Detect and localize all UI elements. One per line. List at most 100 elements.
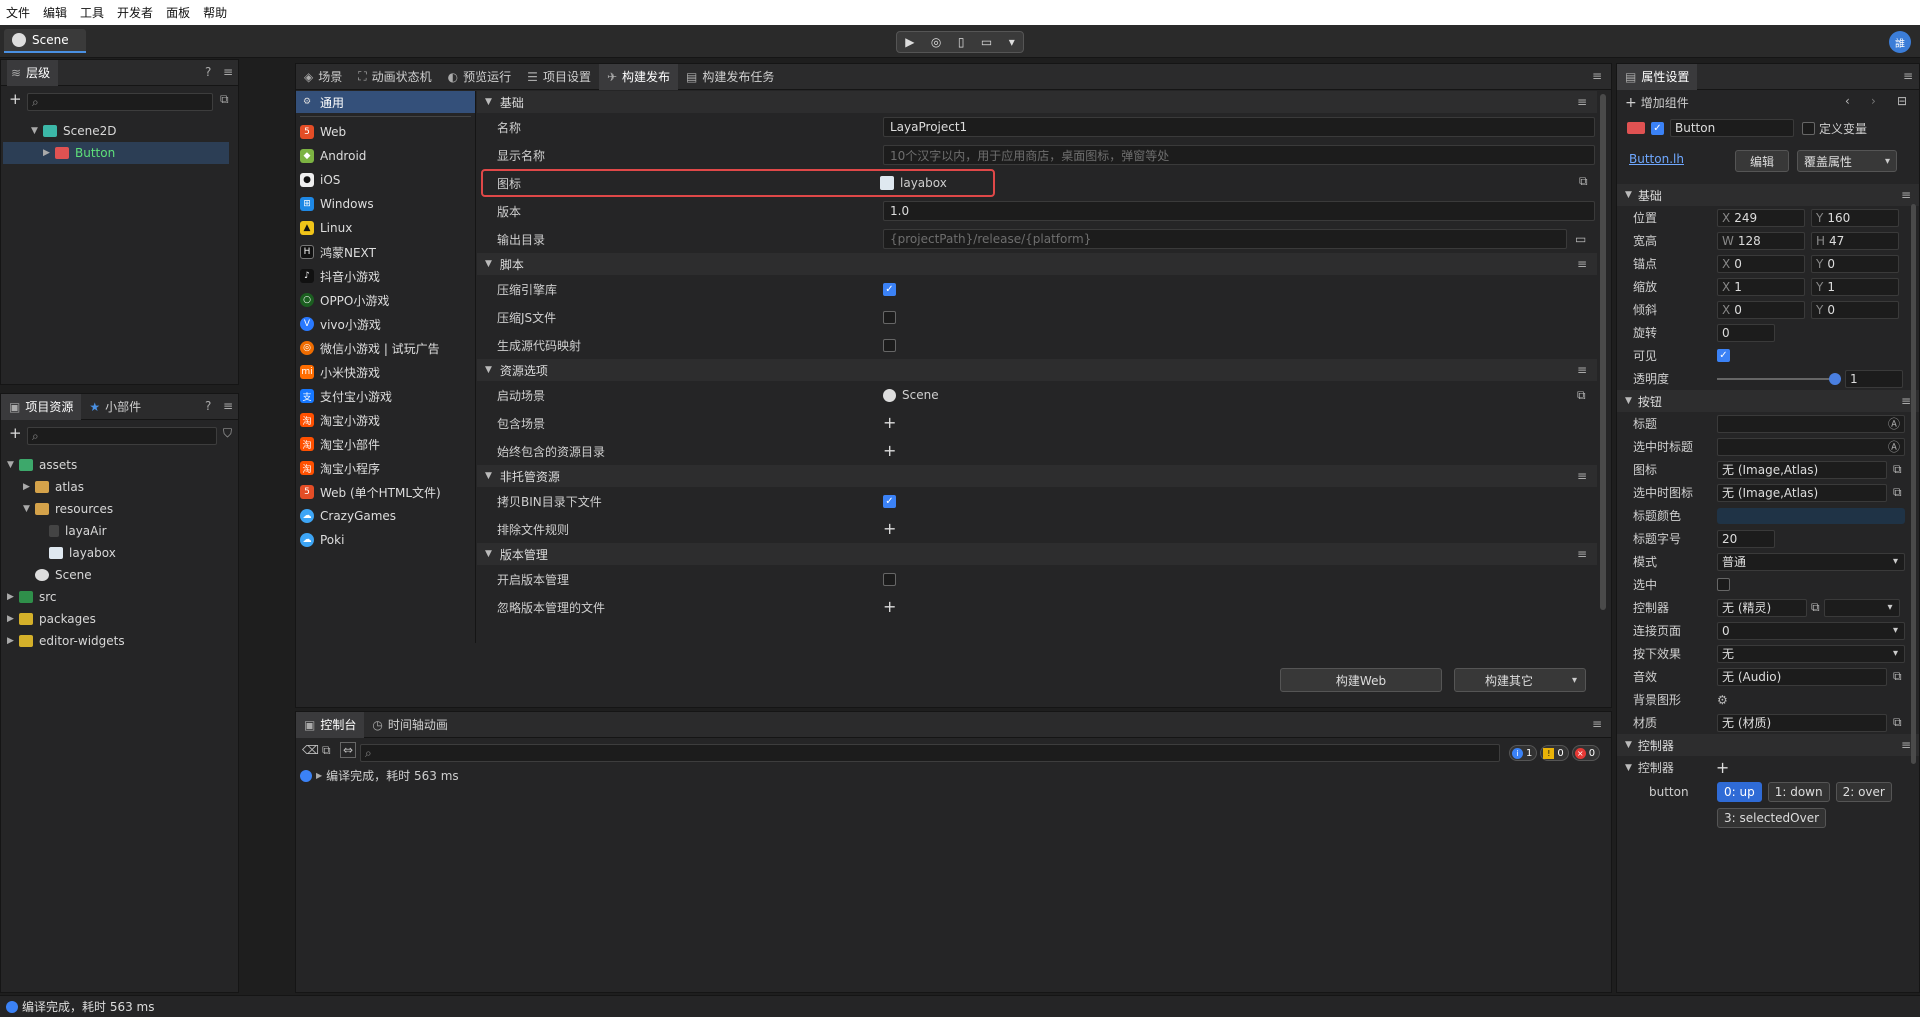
error-count-badge[interactable]: × 0 [1571,745,1601,761]
collapse-log-icon[interactable]: ⇔ [340,742,357,758]
help-icon[interactable]: ? [205,399,211,413]
controller-input[interactable]: 无 (精灵) [1717,598,1807,617]
anchor-y-input[interactable]: Y0 [1811,254,1899,273]
add-icon[interactable]: + [883,521,896,537]
compress-js-checkbox[interactable] [883,310,896,324]
menu-edit[interactable]: 编辑 [43,4,67,21]
scrollbar[interactable] [1600,94,1606,610]
platform-taobao-widget[interactable]: 淘淘宝小部件 [296,432,475,456]
hierarchy-search-input[interactable]: ⌕ [27,93,213,111]
tree-node-button[interactable]: ▶ Button [3,142,229,164]
enable-version-checkbox[interactable] [883,572,896,586]
user-avatar[interactable]: 誰 [1889,31,1911,53]
edit-button[interactable]: 编辑 [1735,150,1789,172]
tab-project-settings[interactable]: ☰ 项目设置 [519,64,599,90]
open-link-icon[interactable]: ⧉ [1579,174,1588,189]
start-scene-picker[interactable]: Scene [883,388,939,402]
material-input[interactable]: 无 (材质) [1717,713,1887,732]
output-dir-input[interactable]: {projectPath}/release/{platform} [883,229,1567,249]
collapse-icon[interactable]: ⧉ [220,92,229,107]
tab-project-assets[interactable]: ▣ 项目资源 [1,393,82,420]
asset-item-atlas[interactable]: ▶ atlas [3,476,239,498]
platform-poki[interactable]: ☁ Poki [296,528,475,552]
open-link-icon[interactable]: ⧉ [1893,715,1902,730]
override-dropdown[interactable]: 覆盖属性 [1797,150,1897,172]
title-input[interactable]: Ⓐ [1717,414,1905,433]
asset-item-resources[interactable]: ▼ resources [3,498,239,520]
lock-icon[interactable]: ⊟ [1897,94,1907,108]
compress-engine-checkbox[interactable]: ✓ [883,282,896,296]
menu-icon[interactable]: ≡ [1592,69,1602,83]
platform-general[interactable]: ⚙ 通用 [296,91,475,113]
monitor-icon[interactable]: ▭ [981,35,992,49]
platform-windows[interactable]: ⊞ Windows [296,192,475,216]
selected-icon-input[interactable]: 无 (Image,Atlas) [1717,483,1887,502]
selected-title-input[interactable]: Ⓐ [1717,437,1905,456]
icon-input[interactable]: 无 (Image,Atlas) [1717,460,1887,479]
tab-timeline[interactable]: ◷ 时间轴动画 [364,712,456,738]
platform-ios[interactable]: ● iOS [296,168,475,192]
display-name-input[interactable]: 10个汉字以内，用于应用商店，桌面图标，弹窗等处 [883,145,1595,165]
visible-checkbox[interactable]: ✓ [1717,349,1730,362]
asset-item-editor-widgets[interactable]: ▶ editor-widgets [3,630,239,652]
pos-x-input[interactable]: X 249 [1717,208,1805,227]
pos-y-input[interactable]: Y 160 [1811,208,1899,227]
open-link-icon[interactable]: ⧉ [1893,669,1902,684]
menu-tools[interactable]: 工具 [80,4,104,21]
platform-alipay[interactable]: 支支付宝小游戏 [296,384,475,408]
console-search-input[interactable]: ⌕ [360,744,1500,762]
filter-icon[interactable]: ⛉ [223,426,232,441]
menu-file[interactable]: 文件 [6,4,30,21]
open-link-icon[interactable]: ⧉ [1893,462,1902,477]
prefab-link[interactable]: Button.lh [1629,152,1684,166]
tab-animator[interactable]: ⛶ 动画状态机 [350,64,439,90]
open-link-icon[interactable]: ⧉ [1811,600,1820,615]
skew-y-input[interactable]: Y0 [1811,300,1899,319]
expand-arrow-icon[interactable]: ▼ [31,126,43,136]
forward-icon[interactable]: › [1871,94,1876,108]
help-icon[interactable]: ? [205,65,211,79]
build-web-button[interactable]: 构建Web [1280,668,1442,692]
tree-node-scene2d[interactable]: ▼ Scene2D [3,120,229,142]
section-script[interactable]: ▼ 脚本 ≡ [477,253,1597,275]
platform-harmony[interactable]: H 鸿蒙NEXT [296,240,475,264]
menu-panel[interactable]: 面板 [166,4,190,21]
state-selectedover-button[interactable]: 3: selectedOver [1717,808,1827,828]
assets-search-input[interactable]: ⌕ [27,427,217,445]
sound-input[interactable]: 无 (Audio) [1717,667,1887,686]
mode-dropdown[interactable]: 普通 [1717,552,1905,571]
scene-tab[interactable]: Scene [4,29,86,53]
scale-x-input[interactable]: X1 [1717,277,1805,296]
selected-checkbox[interactable] [1717,578,1730,591]
section-unmanaged[interactable]: ▼ 非托管资源 ≡ [477,465,1597,487]
add-icon[interactable]: + [883,599,896,615]
state-down-button[interactable]: 1: down [1767,782,1830,802]
clear-icon[interactable]: ⌫ [302,743,319,757]
add-asset-icon[interactable]: + [9,424,22,442]
asset-item-layabox[interactable]: layabox [3,542,239,564]
build-other-button[interactable]: 构建其它 ▾ [1454,668,1586,692]
asset-item-scene[interactable]: Scene [3,564,239,586]
sourcemap-checkbox[interactable] [883,338,896,352]
press-effect-dropdown[interactable]: 无 [1717,644,1905,663]
alpha-input[interactable]: 1 [1845,369,1903,388]
tab-widgets[interactable]: ★ 小部件 [81,394,149,420]
platform-crazygames[interactable]: ☁ CrazyGames [296,504,475,528]
font-size-input[interactable]: 20 [1717,529,1775,548]
globe-icon[interactable]: ◎ [931,35,941,49]
add-node-icon[interactable]: + [9,90,22,108]
scrollbar[interactable] [1911,204,1916,764]
asset-item-packages[interactable]: ▶ packages [3,608,239,630]
add-icon[interactable]: + [1716,759,1729,776]
warn-count-badge[interactable]: ! 0 [1540,745,1569,761]
add-icon[interactable]: + [883,415,896,431]
name-input[interactable]: LayaProject1 [883,117,1595,137]
rotation-input[interactable]: 0 [1717,323,1775,342]
folder-open-icon[interactable]: ▭ [1575,232,1586,246]
menu-icon[interactable]: ≡ [1903,69,1913,83]
platform-web-single[interactable]: 5 Web (单个HTML文件) [296,480,475,504]
tab-build[interactable]: ✈ 构建发布 [598,63,679,90]
tab-preview[interactable]: ◐ 预览运行 [440,64,520,90]
platform-wechat[interactable]: ◎ 微信小游戏 | 试玩广告 [296,336,475,360]
alpha-slider[interactable] [1717,372,1841,385]
